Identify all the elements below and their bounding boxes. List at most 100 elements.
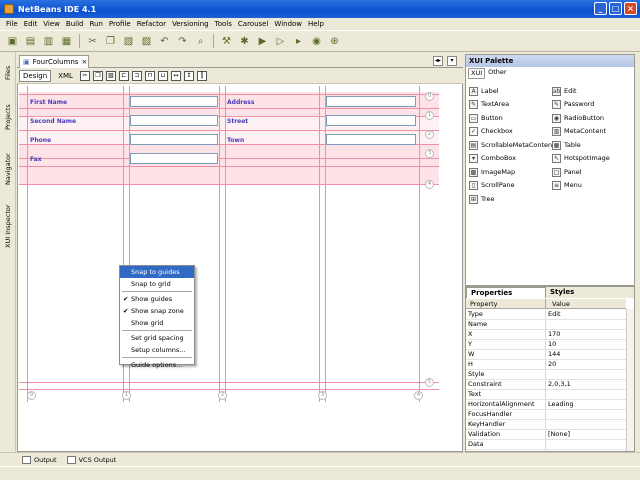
design-canvas[interactable]: First Name Second Name Phone Fax Address… — [19, 86, 439, 402]
palette-item-combobox[interactable]: ▾ ComboBox — [469, 152, 516, 164]
guide-handle-icon[interactable]: 1 — [425, 111, 434, 120]
palette-item-scrollpane[interactable]: ▯ ScrollPane — [469, 179, 515, 191]
align-left-icon[interactable]: ⊏ — [118, 70, 129, 81]
clean-build-icon[interactable]: ✱ — [237, 34, 252, 49]
palette-item-panel[interactable]: □ Panel — [552, 166, 582, 178]
stop-icon[interactable]: ◉ — [309, 34, 324, 49]
label-town[interactable]: Town — [227, 137, 244, 144]
property-value[interactable]: [None] — [546, 430, 570, 439]
guide-handle-icon[interactable]: 3 — [318, 391, 327, 400]
edit-field[interactable] — [130, 134, 218, 145]
property-value[interactable]: 144 — [546, 350, 560, 359]
property-row[interactable]: Validation [None] — [466, 430, 626, 440]
guide-handle-icon[interactable]: 2 — [218, 391, 227, 400]
guide-line[interactable] — [19, 108, 439, 109]
palette-item-metacontent[interactable]: ▥ MetaContent — [552, 125, 606, 137]
palette-item-textarea[interactable]: ✎ TextArea — [469, 98, 509, 110]
guide-handle-icon[interactable]: 0 — [27, 391, 36, 400]
align-top-icon[interactable]: ⊓ — [144, 70, 155, 81]
menu-item-snap-to-guides[interactable]: Snap to guides — [120, 266, 194, 278]
close-tab-icon[interactable]: × — [81, 58, 87, 66]
vertical-scrollbar[interactable] — [626, 309, 634, 451]
guide-line[interactable] — [19, 382, 439, 383]
maximize-button[interactable]: □ — [609, 2, 622, 15]
menu-item-set-grid-spacing[interactable]: Set grid spacing — [120, 332, 194, 344]
tab-navigator[interactable]: Navigator — [1, 144, 15, 194]
guide-line[interactable] — [19, 158, 439, 159]
edit-field[interactable] — [326, 115, 416, 126]
xml-tab[interactable]: XML — [54, 70, 77, 82]
menu-carousel[interactable]: Carousel — [235, 20, 272, 28]
copy-icon[interactable]: ❐ — [103, 34, 118, 49]
build-icon[interactable]: ⚒ — [219, 34, 234, 49]
guide-handle-icon[interactable]: 5 — [425, 378, 434, 387]
property-row[interactable]: Style — [466, 370, 626, 380]
property-value[interactable] — [546, 420, 548, 429]
vcs-output-tab[interactable]: VCS Output — [66, 455, 116, 464]
menu-item-guide-options[interactable]: Guide options... — [120, 359, 194, 371]
menu-refactor[interactable]: Refactor — [134, 20, 169, 28]
guide-line[interactable] — [19, 94, 439, 95]
label-street[interactable]: Street — [227, 118, 248, 125]
edit-field[interactable] — [130, 153, 218, 164]
guide-line[interactable] — [27, 86, 28, 402]
same-height-icon[interactable]: ↕ — [183, 70, 194, 81]
menu-view[interactable]: View — [40, 20, 63, 28]
column-property[interactable]: Property — [466, 299, 546, 308]
new-project-icon[interactable]: ▣ — [5, 34, 20, 49]
label-second-name[interactable]: Second Name — [30, 118, 76, 125]
close-button[interactable]: × — [624, 2, 637, 15]
edit-field[interactable] — [326, 96, 416, 107]
palette-item-edit[interactable]: ab Edit — [552, 85, 577, 97]
save-all-icon[interactable]: ▦ — [59, 34, 74, 49]
menu-run[interactable]: Run — [86, 20, 105, 28]
cut-icon[interactable]: ✂ — [85, 34, 100, 49]
columns-icon[interactable]: ║ — [196, 70, 207, 81]
undo-icon[interactable]: ↶ — [157, 34, 172, 49]
palette-item-label[interactable]: A Label — [469, 85, 499, 97]
same-width-icon[interactable]: ↔ — [170, 70, 181, 81]
guide-line[interactable] — [319, 86, 320, 402]
menu-help[interactable]: Help — [305, 20, 327, 28]
property-value[interactable]: 2,0,3,1 — [546, 380, 571, 389]
property-row[interactable]: Constraint 2,0,3,1 — [466, 380, 626, 390]
menu-item-snap-to-grid[interactable]: Snap to grid — [120, 278, 194, 290]
align-bottom-icon[interactable]: ⊔ — [157, 70, 168, 81]
label-address[interactable]: Address — [227, 99, 254, 106]
menu-edit[interactable]: Edit — [21, 20, 41, 28]
tab-list-icon[interactable]: ▾ — [447, 56, 457, 66]
property-row[interactable]: Text — [466, 390, 626, 400]
menu-item-setup-columns[interactable]: Setup columns... — [120, 344, 194, 356]
guide-line[interactable] — [419, 86, 420, 402]
step-icon[interactable]: ▸ — [291, 34, 306, 49]
label-phone[interactable]: Phone — [30, 137, 51, 144]
paste-icon[interactable]: ▧ — [121, 34, 136, 49]
menu-item-show-snap-zone[interactable]: ✔ Show snap zone — [120, 305, 194, 317]
cut-icon[interactable]: ✂ — [79, 70, 90, 81]
property-row[interactable]: W 144 — [466, 350, 626, 360]
menu-window[interactable]: Window — [271, 20, 305, 28]
debug-icon[interactable]: ▷ — [273, 34, 288, 49]
guide-handle-icon[interactable]: 3 — [425, 149, 434, 158]
palette-item-hotspotimage[interactable]: ↖ HotspotImage — [552, 152, 610, 164]
guide-handle-icon[interactable]: 4 — [414, 391, 423, 400]
redo-icon[interactable]: ↷ — [175, 34, 190, 49]
property-value[interactable]: Leading — [546, 400, 574, 409]
copy-icon[interactable]: ❐ — [92, 70, 103, 81]
guide-handle-icon[interactable]: 4 — [425, 180, 434, 189]
new-file-icon[interactable]: ▤ — [23, 34, 38, 49]
guide-line[interactable] — [225, 86, 226, 402]
menu-build[interactable]: Build — [63, 20, 87, 28]
minimize-button[interactable]: _ — [594, 2, 607, 15]
property-row[interactable]: KeyHandler — [466, 420, 626, 430]
design-tab[interactable]: Design — [19, 69, 52, 82]
palette-item-table[interactable]: ▦ Table — [552, 139, 581, 151]
menu-item-show-guides[interactable]: ✔ Show guides — [120, 293, 194, 305]
label-first-name[interactable]: First Name — [30, 99, 67, 106]
profile-icon[interactable]: ⊕ — [327, 34, 342, 49]
property-row[interactable]: Name — [466, 320, 626, 330]
guide-line[interactable] — [19, 130, 439, 131]
guide-handle-icon[interactable]: 1 — [122, 391, 131, 400]
open-project-icon[interactable]: ▥ — [41, 34, 56, 49]
property-row[interactable]: HorizontalAlignment Leading — [466, 400, 626, 410]
